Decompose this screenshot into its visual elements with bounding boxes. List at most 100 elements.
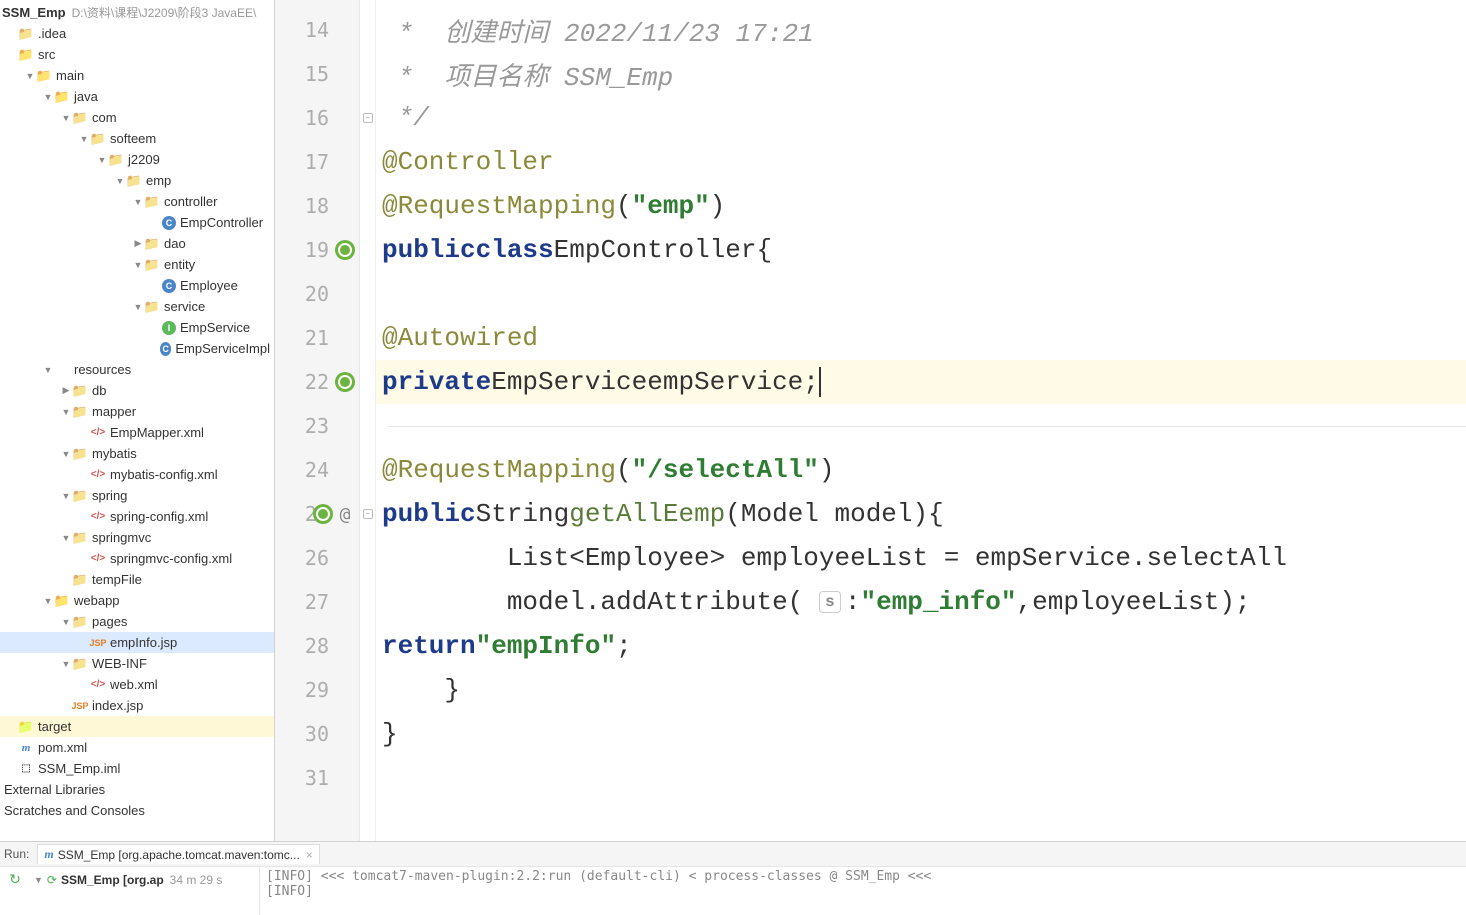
tree-item-springmvc-config-xml[interactable]: </>springmvc-config.xml bbox=[0, 548, 274, 569]
project-tree[interactable]: SSM_Emp D:\资料\课程\J2209\阶段3 JavaEE\ .idea… bbox=[0, 0, 275, 841]
code-editor[interactable]: 14 15 16 17 18 19 20 21 22 23 24 25@ 26 … bbox=[275, 0, 1466, 841]
folder-yellow-icon bbox=[18, 719, 34, 735]
chevron-down-icon[interactable]: ▼ bbox=[34, 875, 43, 885]
chevron-right-icon[interactable] bbox=[60, 385, 72, 396]
tree-item-tempFile[interactable]: tempFile bbox=[0, 569, 274, 590]
tree-item-SSM-Emp-iml[interactable]: ⬚SSM_Emp.iml bbox=[0, 758, 274, 779]
tree-item-j2209[interactable]: j2209 bbox=[0, 149, 274, 170]
tree-item-pom-xml[interactable]: m pom.xml bbox=[0, 737, 274, 758]
tree-item-springmvc[interactable]: springmvc bbox=[0, 527, 274, 548]
tree-item-pages[interactable]: pages bbox=[0, 611, 274, 632]
chevron-down-icon[interactable] bbox=[60, 491, 72, 501]
external-libraries[interactable]: External Libraries bbox=[0, 779, 274, 800]
tree-item--idea[interactable]: .idea bbox=[0, 23, 274, 44]
chevron-down-icon[interactable] bbox=[42, 365, 54, 375]
chevron-right-icon[interactable] bbox=[132, 238, 144, 249]
chevron-down-icon[interactable] bbox=[60, 449, 72, 459]
tree-item-service[interactable]: service bbox=[0, 296, 274, 317]
tree-item-EmpServiceImpl[interactable]: CEmpServiceImpl bbox=[0, 338, 274, 359]
tree-item-label: resources bbox=[74, 362, 131, 377]
tree-item-com[interactable]: com bbox=[0, 107, 274, 128]
tree-item-webapp[interactable]: webapp bbox=[0, 590, 274, 611]
chevron-down-icon[interactable] bbox=[60, 659, 72, 669]
tree-item-spring[interactable]: spring bbox=[0, 485, 274, 506]
tree-item-label: entity bbox=[164, 257, 195, 272]
chevron-down-icon[interactable] bbox=[132, 260, 144, 270]
spring-bean-icon[interactable] bbox=[335, 372, 355, 392]
tree-item-web-xml[interactable]: </>web.xml bbox=[0, 674, 274, 695]
folder-icon bbox=[144, 236, 160, 252]
chevron-down-icon[interactable] bbox=[78, 134, 90, 144]
tree-item-label: pom.xml bbox=[38, 740, 87, 755]
run-tree[interactable]: ▼ ⟳ SSM_Emp [org.ap 34 m 29 s bbox=[30, 867, 260, 915]
tree-item-EmpMapper-xml[interactable]: </>EmpMapper.xml bbox=[0, 422, 274, 443]
chevron-down-icon[interactable] bbox=[60, 113, 72, 123]
chevron-down-icon[interactable] bbox=[96, 155, 108, 165]
folder-icon bbox=[90, 131, 106, 147]
tree-item-label: emp bbox=[146, 173, 171, 188]
class-icon: C bbox=[160, 342, 172, 356]
code-area[interactable]: * 创建时间 2022/11/23 17:21 * 项目名称 SSM_Emp *… bbox=[376, 0, 1466, 841]
spring-bean-icon[interactable] bbox=[313, 504, 333, 524]
console-output[interactable]: [INFO] <<< tomcat7-maven-plugin:2.2:run … bbox=[260, 867, 1466, 915]
fold-column: − − bbox=[360, 0, 376, 841]
tree-item-EmpController[interactable]: CEmpController bbox=[0, 212, 274, 233]
tree-item-dao[interactable]: dao bbox=[0, 233, 274, 254]
chevron-down-icon[interactable] bbox=[114, 176, 126, 186]
tree-item-label: springmvc-config.xml bbox=[110, 551, 232, 566]
tree-item-java[interactable]: java bbox=[0, 86, 274, 107]
chevron-down-icon[interactable] bbox=[132, 302, 144, 312]
folder-icon bbox=[72, 110, 88, 126]
tree-item-target[interactable]: target bbox=[0, 716, 274, 737]
running-icon: ⟳ bbox=[47, 873, 57, 887]
tree-item-label: index.jsp bbox=[92, 698, 143, 713]
pom-icon: m bbox=[18, 740, 34, 756]
chevron-down-icon[interactable] bbox=[42, 92, 54, 102]
folder-icon bbox=[72, 488, 88, 504]
fold-marker[interactable]: − bbox=[363, 113, 373, 123]
tree-item-main[interactable]: main bbox=[0, 65, 274, 86]
tree-item-src[interactable]: src bbox=[0, 44, 274, 65]
close-tab-icon[interactable]: × bbox=[306, 848, 313, 862]
chevron-down-icon[interactable] bbox=[60, 533, 72, 543]
mapping-icon[interactable]: @ bbox=[335, 504, 355, 524]
chevron-down-icon[interactable] bbox=[42, 596, 54, 606]
xml-icon: </> bbox=[90, 509, 106, 525]
tree-item-emp[interactable]: emp bbox=[0, 170, 274, 191]
tree-item-label: web.xml bbox=[110, 677, 158, 692]
class-icon: C bbox=[162, 216, 176, 230]
project-root[interactable]: SSM_Emp D:\资料\课程\J2209\阶段3 JavaEE\ bbox=[0, 2, 274, 23]
folder-icon bbox=[144, 299, 160, 315]
run-config-tab[interactable]: m SSM_Emp [org.apache.tomcat.maven:tomc.… bbox=[37, 844, 319, 864]
rerun-icon[interactable]: ↻ bbox=[9, 871, 21, 888]
tree-item-entity[interactable]: entity bbox=[0, 254, 274, 275]
tree-item-EmpService[interactable]: IEmpService bbox=[0, 317, 274, 338]
xml-icon: </> bbox=[90, 425, 106, 441]
chevron-down-icon[interactable] bbox=[60, 407, 72, 417]
tree-item-resources[interactable]: resources bbox=[0, 359, 274, 380]
folder-icon bbox=[126, 173, 142, 189]
tree-item-mybatis[interactable]: mybatis bbox=[0, 443, 274, 464]
tree-item-mybatis-config-xml[interactable]: </>mybatis-config.xml bbox=[0, 464, 274, 485]
tree-item-db[interactable]: db bbox=[0, 380, 274, 401]
tree-item-empInfo-jsp[interactable]: JSPempInfo.jsp bbox=[0, 632, 274, 653]
tree-item-label: mapper bbox=[92, 404, 136, 419]
tree-item-index-jsp[interactable]: JSPindex.jsp bbox=[0, 695, 274, 716]
fold-marker[interactable]: − bbox=[363, 509, 373, 519]
tree-item-controller[interactable]: controller bbox=[0, 191, 274, 212]
folder-blue-icon bbox=[36, 68, 52, 84]
tree-item-mapper[interactable]: mapper bbox=[0, 401, 274, 422]
tree-item-label: com bbox=[92, 110, 117, 125]
tree-item-WEB-INF[interactable]: WEB-INF bbox=[0, 653, 274, 674]
chevron-down-icon[interactable] bbox=[60, 617, 72, 627]
folder-blue-icon bbox=[18, 47, 34, 63]
maven-icon: m bbox=[44, 847, 53, 862]
run-label: Run: bbox=[4, 847, 29, 861]
chevron-down-icon[interactable] bbox=[24, 71, 36, 81]
spring-bean-icon[interactable] bbox=[335, 240, 355, 260]
chevron-down-icon[interactable] bbox=[132, 197, 144, 207]
tree-item-Employee[interactable]: CEmployee bbox=[0, 275, 274, 296]
scratches-consoles[interactable]: Scratches and Consoles bbox=[0, 800, 274, 821]
tree-item-softeem[interactable]: softeem bbox=[0, 128, 274, 149]
tree-item-spring-config-xml[interactable]: </>spring-config.xml bbox=[0, 506, 274, 527]
